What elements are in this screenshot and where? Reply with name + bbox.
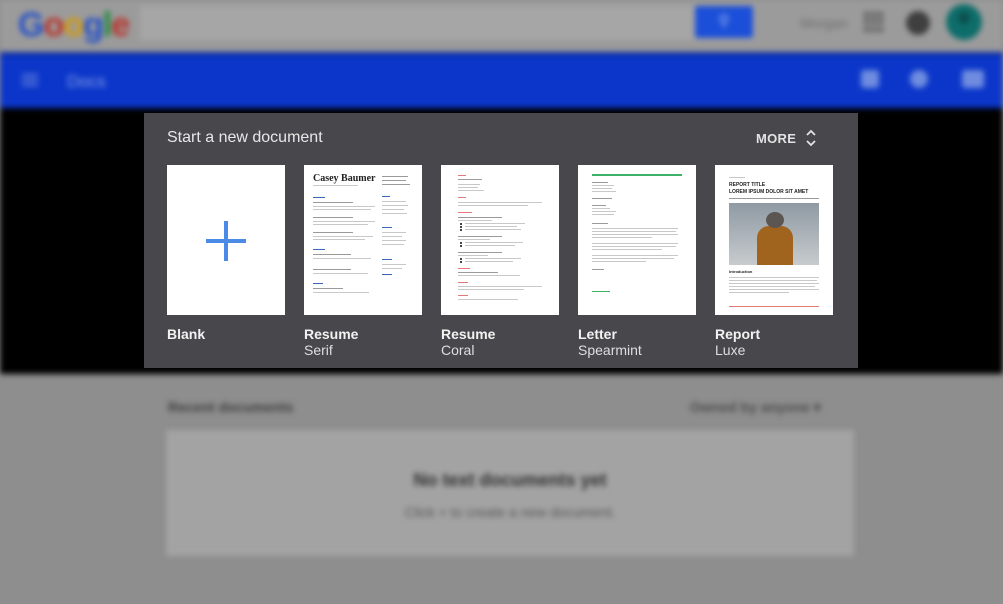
owner-filter-label: Owned by anyone xyxy=(690,399,810,415)
more-label: MORE xyxy=(756,130,797,146)
search-input[interactable] xyxy=(140,6,755,40)
notifications-icon[interactable] xyxy=(906,11,930,35)
logo-letter: g xyxy=(83,6,104,44)
template-resume-coral[interactable]: Resume Coral xyxy=(441,165,559,358)
template-letter-spearmint[interactable]: Letter Spearmint xyxy=(578,165,696,358)
unfold-more-icon xyxy=(804,127,818,149)
logo-letter: o xyxy=(43,6,64,44)
owner-filter-dropdown[interactable]: Owned by anyone ▾ xyxy=(690,399,821,416)
gallery-title: Start a new document xyxy=(167,129,323,146)
template-thumbnail xyxy=(441,165,559,315)
user-name[interactable]: Morgan xyxy=(800,15,847,31)
template-thumbnail: Casey Baumer xyxy=(304,165,422,315)
template-name: Resume xyxy=(441,326,496,342)
logo-letter: o xyxy=(63,6,84,44)
avatar[interactable] xyxy=(946,4,982,40)
google-logo: Google xyxy=(18,6,130,45)
template-blank[interactable]: Blank xyxy=(167,165,285,342)
app-title: Docs xyxy=(67,72,106,91)
template-name: Report xyxy=(715,326,761,342)
folder-icon[interactable] xyxy=(962,70,984,88)
template-subtitle: Serif xyxy=(304,342,333,358)
logo-letter: G xyxy=(18,6,44,44)
search-button[interactable]: ⚲ xyxy=(695,6,753,38)
template-subtitle: Luxe xyxy=(715,342,746,358)
view-toggle-icon[interactable] xyxy=(861,70,879,88)
empty-state-title: No text documents yet xyxy=(413,470,607,490)
template-thumbnail xyxy=(578,165,696,315)
template-name: Letter xyxy=(578,326,617,342)
template-thumbnail: REPORT TITLE LOREM IPSUM DOLOR SIT AMET … xyxy=(715,165,833,315)
chevron-down-icon: ▾ xyxy=(813,399,821,415)
top-bar: Google ⚲ Morgan xyxy=(0,0,1003,52)
recent-documents-list: No text documents yet Click + to create … xyxy=(166,430,854,556)
thumbnail-report-title: REPORT TITLE xyxy=(729,182,766,188)
template-name: Resume xyxy=(304,326,359,342)
plus-icon xyxy=(206,221,246,261)
search-icon: ⚲ xyxy=(718,13,730,30)
docs-app-bar: Docs xyxy=(0,52,1003,108)
template-subtitle: Coral xyxy=(441,342,475,358)
sort-icon[interactable] xyxy=(910,70,928,88)
apps-grid-icon[interactable] xyxy=(864,12,884,32)
template-resume-serif[interactable]: Casey Baumer Resume Serif xyxy=(304,165,422,358)
template-report-luxe[interactable]: REPORT TITLE LOREM IPSUM DOLOR SIT AMET … xyxy=(715,165,833,358)
template-thumbnail xyxy=(167,165,285,315)
more-templates-button[interactable]: MORE xyxy=(756,126,818,150)
template-name: Blank xyxy=(167,326,206,342)
report-cover-photo xyxy=(729,203,819,265)
empty-state-hint: Click + to create a new document. xyxy=(404,504,616,520)
logo-letter: e xyxy=(111,6,130,44)
logo-letter: l xyxy=(102,6,113,44)
thumbnail-report-subtitle: LOREM IPSUM DOLOR SIT AMET xyxy=(729,189,809,195)
thumbnail-report-intro: Introduction xyxy=(729,269,753,274)
template-subtitle: Spearmint xyxy=(578,342,642,358)
thumbnail-name: Casey Baumer xyxy=(313,173,376,184)
menu-icon[interactable] xyxy=(22,74,38,86)
recent-documents-title: Recent documents xyxy=(168,399,294,415)
template-gallery: Start a new document MORE Blank Casey Ba… xyxy=(144,113,858,368)
